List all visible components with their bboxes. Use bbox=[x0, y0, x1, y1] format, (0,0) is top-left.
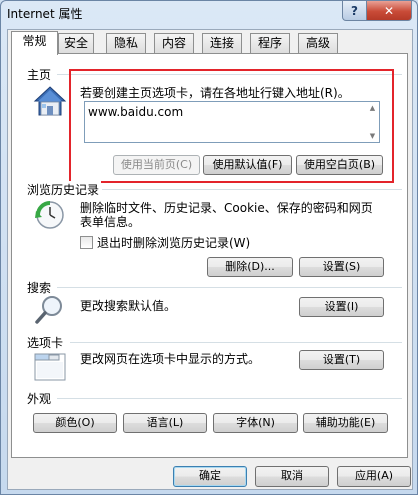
tab-content[interactable]: 内容 bbox=[154, 33, 194, 54]
history-settings-button[interactable]: 设置(S) bbox=[299, 257, 384, 277]
close-button[interactable]: ✕ bbox=[366, 1, 412, 21]
accessibility-button[interactable]: 辅助功能(E) bbox=[303, 413, 388, 433]
search-settings-button[interactable]: 设置(I) bbox=[299, 297, 384, 317]
tabs-section-divider bbox=[70, 342, 402, 343]
tab-security[interactable]: 安全 bbox=[58, 33, 94, 54]
tab-general[interactable]: 常规 bbox=[11, 31, 58, 55]
search-description: 更改搜索默认值。 bbox=[80, 299, 177, 313]
scroll-up-icon[interactable]: ▲ bbox=[368, 104, 377, 112]
help-button[interactable]: ? bbox=[342, 1, 367, 21]
appearance-section-divider bbox=[57, 398, 402, 399]
search-section-label: 搜索 bbox=[27, 279, 54, 296]
title-bar[interactable]: Internet 属性 ? ✕ bbox=[1, 1, 417, 29]
tab-privacy[interactable]: 隐私 bbox=[106, 33, 146, 54]
ok-button[interactable]: 确定 bbox=[173, 466, 247, 487]
tabs-settings-button[interactable]: 设置(T) bbox=[299, 350, 384, 370]
history-section-divider bbox=[102, 189, 402, 190]
home-section-label: 主页 bbox=[27, 66, 54, 83]
tabs-description: 更改网页在选项卡中显示的方式。 bbox=[80, 352, 261, 366]
appearance-section-label: 外观 bbox=[27, 390, 54, 407]
home-url-textarea[interactable]: www.baidu.com ▲ ▼ bbox=[84, 101, 380, 143]
home-url-value: www.baidu.com bbox=[88, 105, 184, 119]
delete-history-button[interactable]: 删除(D)... bbox=[207, 257, 293, 277]
home-house-icon bbox=[33, 84, 67, 121]
tabs-window-icon bbox=[33, 350, 67, 385]
tab-panel-general: 主页 若要创建主页选项卡，请在各地址行键入地址(R)。 www.baidu.co… bbox=[11, 53, 408, 458]
tab-programs[interactable]: 程序 bbox=[250, 33, 290, 54]
languages-button[interactable]: 语言(L) bbox=[123, 413, 207, 433]
apply-button[interactable]: 应用(A) bbox=[337, 466, 411, 487]
home-hint-text: 若要创建主页选项卡，请在各地址行键入地址(R)。 bbox=[80, 86, 350, 100]
history-description: 删除临时文件、历史记录、Cookie、保存的密码和网页表单信息。 bbox=[80, 201, 373, 229]
fonts-button[interactable]: 字体(N) bbox=[213, 413, 298, 433]
tabs-section-label: 选项卡 bbox=[27, 334, 66, 351]
delete-on-exit-label: 退出时删除浏览历史记录(W) bbox=[97, 236, 251, 250]
tab-advanced[interactable]: 高级 bbox=[298, 33, 338, 54]
history-section-label: 浏览历史记录 bbox=[27, 181, 102, 198]
history-clock-icon bbox=[34, 199, 66, 234]
window-title: Internet 属性 bbox=[7, 7, 83, 21]
dialog-window: Internet 属性 ? ✕ 常规 安全 隐私 内容 连接 程序 高级 主页 … bbox=[0, 0, 418, 495]
search-magnifier-icon bbox=[34, 294, 66, 329]
search-section-divider bbox=[57, 287, 402, 288]
cancel-button[interactable]: 取消 bbox=[255, 466, 329, 487]
use-blank-button[interactable]: 使用空白页(B) bbox=[296, 155, 383, 175]
use-current-button[interactable]: 使用当前页(C) bbox=[113, 155, 200, 175]
use-default-button[interactable]: 使用默认值(F) bbox=[203, 155, 292, 175]
colors-button[interactable]: 颜色(O) bbox=[33, 413, 117, 433]
scroll-down-icon[interactable]: ▼ bbox=[368, 132, 377, 140]
tab-connections[interactable]: 连接 bbox=[202, 33, 242, 54]
delete-on-exit-checkbox[interactable] bbox=[80, 236, 93, 249]
